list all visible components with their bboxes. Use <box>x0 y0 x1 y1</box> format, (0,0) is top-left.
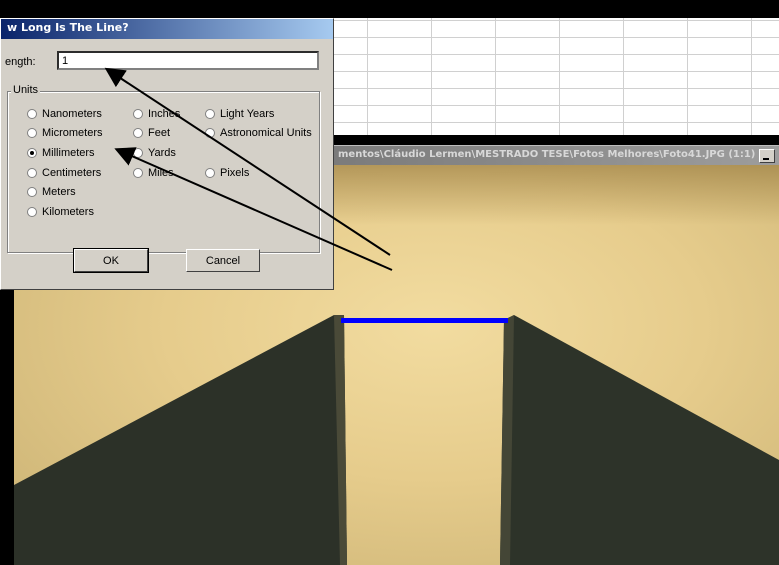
annotation-arrows <box>104 67 393 271</box>
arrow-to-yards-option <box>114 147 393 271</box>
arrow-to-length-field <box>104 67 391 256</box>
